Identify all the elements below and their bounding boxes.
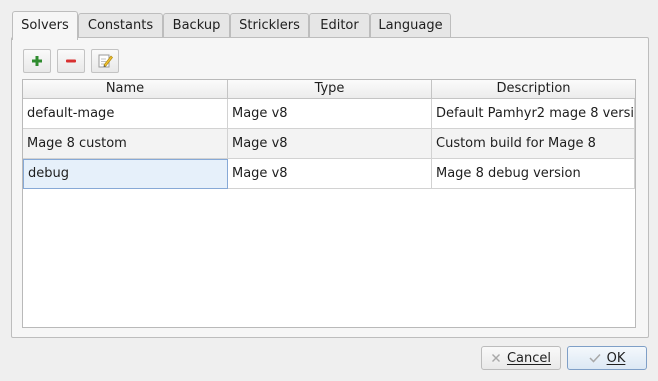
cell-description[interactable]: Default Pamhyr2 mage 8 version — [432, 99, 635, 129]
cell-description[interactable]: Custom build for Mage 8 — [432, 129, 635, 159]
tab-editor[interactable]: Editor — [309, 13, 370, 37]
tab-label: Editor — [320, 18, 359, 33]
remove-solver-button[interactable] — [57, 49, 85, 73]
column-header-name[interactable]: Name — [23, 80, 228, 98]
plus-icon — [32, 56, 42, 66]
tab-language[interactable]: Language — [370, 13, 451, 37]
ok-button[interactable]: OK — [567, 346, 647, 370]
tab-label: Backup — [172, 18, 221, 33]
tab-solvers[interactable]: Solvers — [12, 11, 78, 40]
tab-label: Stricklers — [239, 18, 300, 33]
table-row[interactable]: default-mage Mage v8 Default Pamhyr2 mag… — [23, 99, 635, 129]
cell-name-selected[interactable]: debug — [23, 159, 228, 189]
cell-name[interactable]: Mage 8 custom — [23, 129, 228, 159]
tab-label: Solvers — [21, 18, 69, 33]
table-row[interactable]: Mage 8 custom Mage v8 Custom build for M… — [23, 129, 635, 159]
cell-type[interactable]: Mage v8 — [228, 129, 432, 159]
cancel-button[interactable]: Cancel — [481, 346, 561, 370]
tab-label: Language — [378, 18, 443, 33]
ok-label: OK — [606, 350, 626, 366]
cell-type[interactable]: Mage v8 — [228, 99, 432, 129]
x-icon — [491, 354, 500, 362]
table-row[interactable]: debug Mage v8 Mage 8 debug version — [23, 159, 635, 189]
column-header-description[interactable]: Description — [432, 80, 635, 98]
cell-description[interactable]: Mage 8 debug version — [432, 159, 635, 189]
edit-icon — [98, 54, 113, 68]
tab-constants[interactable]: Constants — [78, 13, 163, 37]
cell-type[interactable]: Mage v8 — [228, 159, 432, 189]
solvers-table: Name Type Description default-mage Mage … — [22, 79, 636, 328]
table-header: Name Type Description — [23, 80, 635, 99]
column-header-type[interactable]: Type — [228, 80, 432, 98]
check-icon — [589, 353, 601, 363]
tab-label: Constants — [87, 18, 154, 33]
add-solver-button[interactable] — [23, 49, 51, 73]
minus-icon — [66, 59, 76, 63]
tab-stricklers[interactable]: Stricklers — [230, 13, 309, 37]
cell-name[interactable]: default-mage — [23, 99, 228, 129]
tab-backup[interactable]: Backup — [163, 13, 230, 37]
edit-solver-button[interactable] — [91, 49, 119, 73]
cancel-label: Cancel — [506, 350, 552, 366]
solvers-panel: Name Type Description default-mage Mage … — [11, 37, 649, 338]
